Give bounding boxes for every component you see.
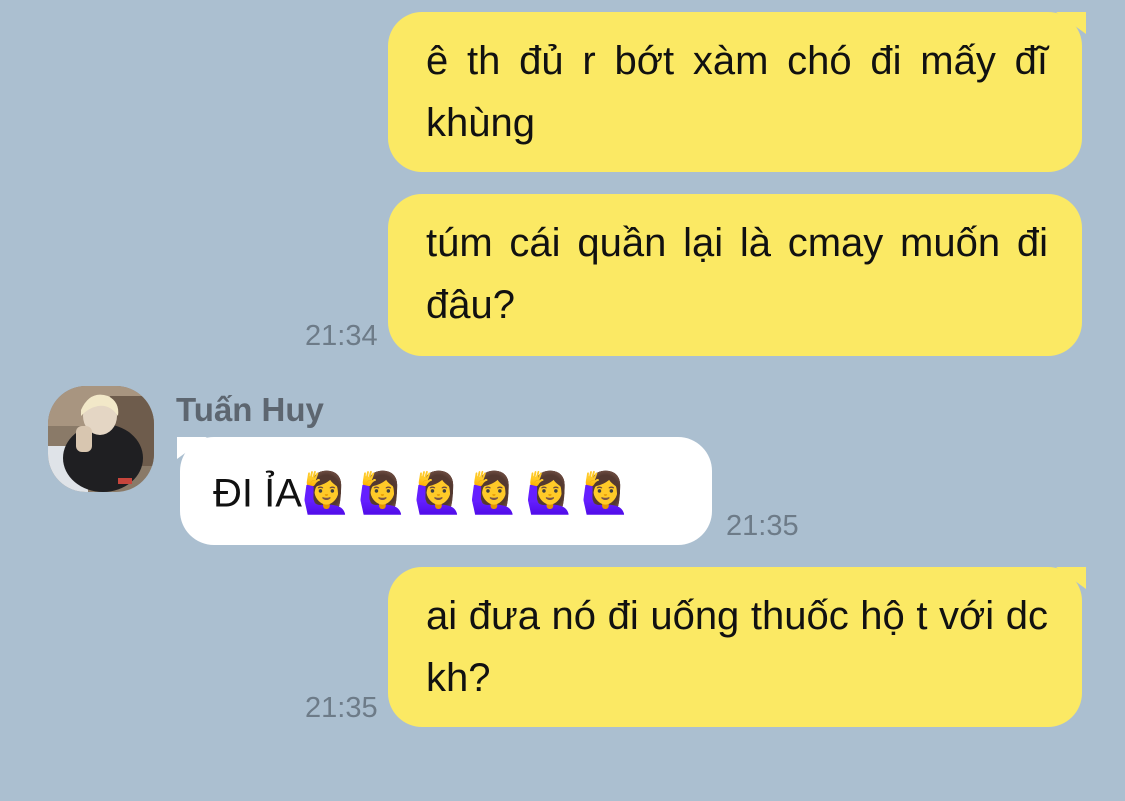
incoming-message-bubble[interactable]: ĐI ỈA🙋‍♀️🙋‍♀️🙋‍♀️🙋‍♀️🙋‍♀️🙋‍♀️: [177, 437, 712, 545]
message-text: ĐI ỈA: [213, 471, 302, 516]
sender-name: Tuấn Huy: [176, 391, 324, 428]
outgoing-message-bubble[interactable]: ai đưa nó đi uống thuốc hộ t với dc kh?: [388, 567, 1086, 727]
message-timestamp: 21:35: [305, 692, 378, 724]
outgoing-message-bubble[interactable]: túm cái quần lại là cmay muốn đi đâu?: [388, 194, 1082, 356]
message-text: ê th đủ r bớt xàm chó đi mấy đĩ khùng: [426, 39, 1048, 145]
sender-avatar[interactable]: [48, 386, 154, 492]
raising-hand-emoji-group: 🙋‍♀️🙋‍♀️🙋‍♀️🙋‍♀️🙋‍♀️🙋‍♀️: [301, 470, 637, 517]
message-timestamp: 21:35: [726, 510, 799, 542]
outgoing-message-bubble[interactable]: ê th đủ r bớt xàm chó đi mấy đĩ khùng: [388, 12, 1086, 172]
message-text: túm cái quần lại là cmay muốn đi đâu?: [426, 221, 1048, 327]
user-avatar-photo-icon: [48, 386, 154, 492]
message-timestamp: 21:34: [305, 320, 378, 352]
message-text: ai đưa nó đi uống thuốc hộ t với dc kh?: [426, 594, 1048, 700]
